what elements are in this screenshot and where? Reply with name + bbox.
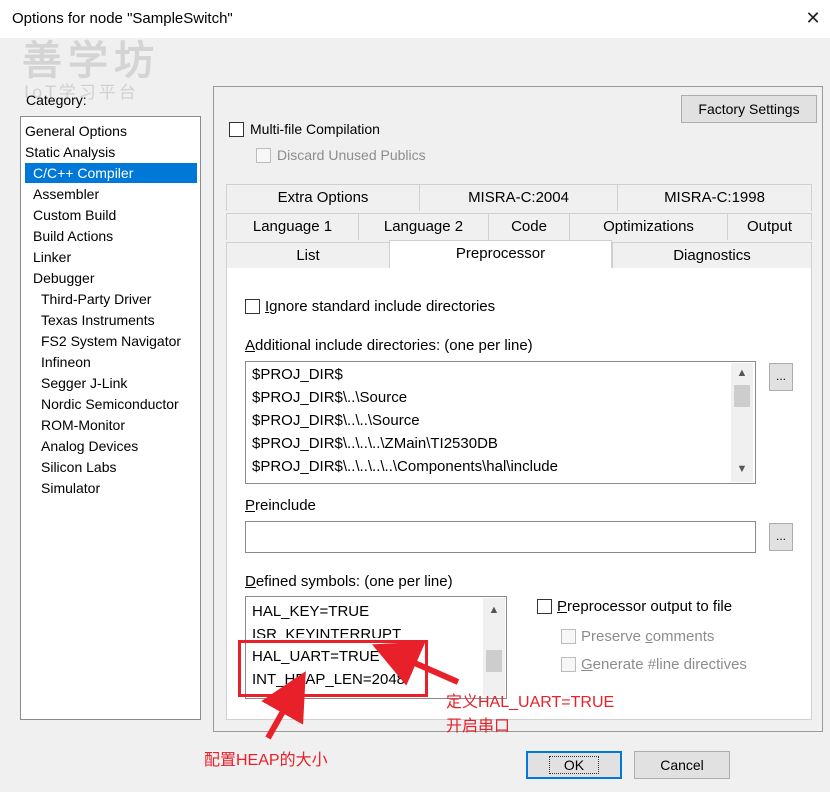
arrow-to-heap (261, 671, 306, 740)
annotation-uart-line1: 定义HAL_UART=TRUE (446, 694, 615, 711)
cancel-button[interactable]: Cancel (634, 751, 730, 779)
annotation-arrows (261, 641, 460, 740)
ok-button-label: OK (548, 756, 600, 774)
arrow-to-uart (372, 641, 460, 686)
annotation-heap: 配置HEAP的大小 (204, 752, 328, 769)
annotation-uart-line2: 开启串口 (446, 718, 511, 735)
ok-button[interactable]: OK (526, 751, 622, 779)
